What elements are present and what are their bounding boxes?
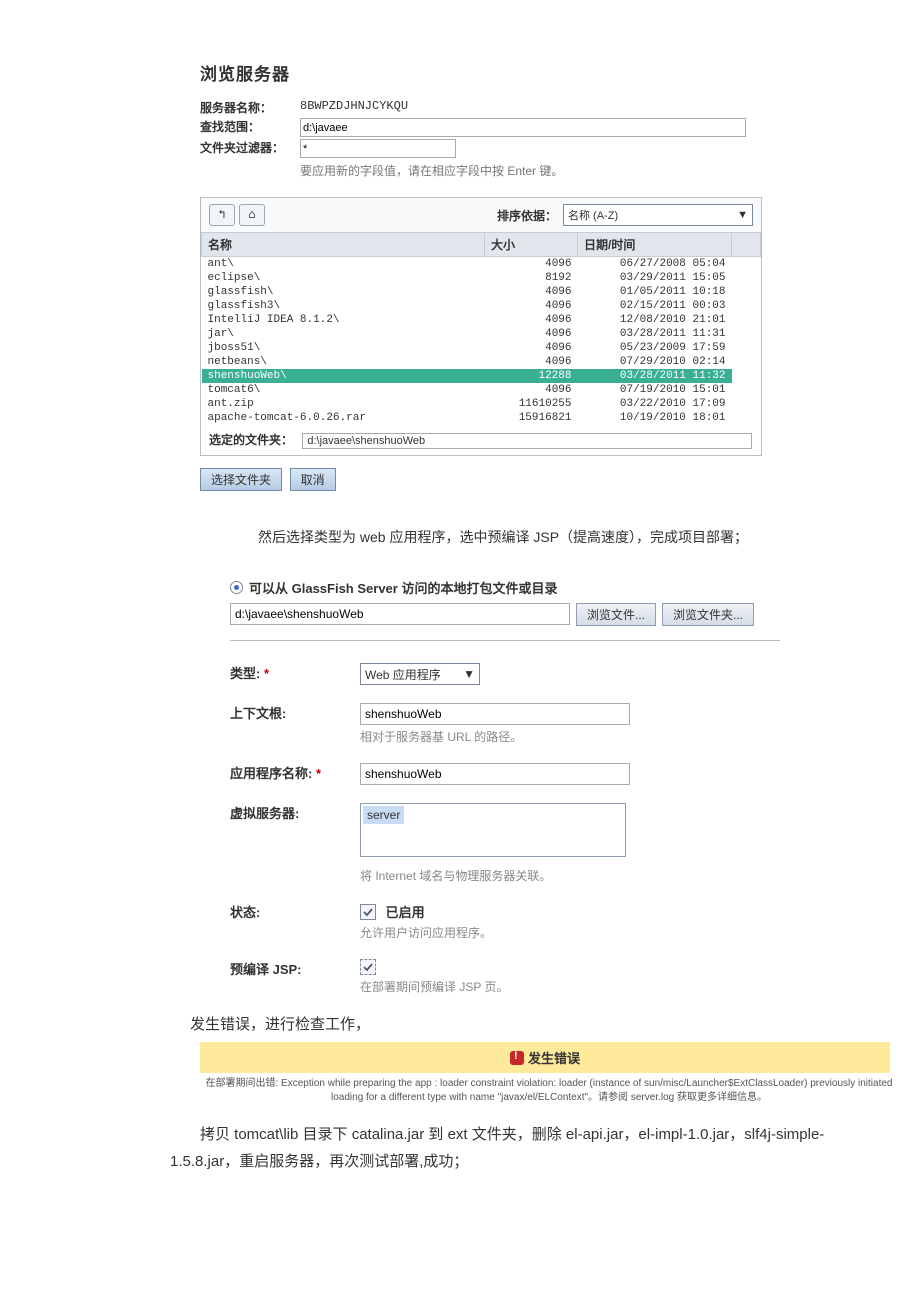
chevron-down-icon: ▼	[463, 667, 475, 681]
file-browser: ↰ ⌂ 排序依据： 名称 (A-Z)▼ 名称 大小 日期/时间 ant\4096…	[200, 197, 762, 456]
appname-input[interactable]	[360, 763, 630, 785]
precompile-checkbox[interactable]	[360, 959, 376, 975]
col-date[interactable]: 日期/时间	[578, 233, 732, 257]
col-size[interactable]: 大小	[485, 233, 578, 257]
table-row[interactable]: jboss51\409605/23/2009 17:59	[202, 341, 761, 355]
error-text: 在部署期间出错: Exception while preparing the a…	[200, 1073, 898, 1109]
precompile-note: 在部署期间预编译 JSP 页。	[360, 978, 920, 995]
cancel-button[interactable]: 取消	[290, 468, 336, 491]
hint-text: 要应用新的字段值，请在相应字段中按 Enter 键。	[300, 162, 920, 179]
table-row[interactable]: tomcat6\409607/19/2010 15:01	[202, 383, 761, 397]
paragraph-1: 然后选择类型为 web 应用程序，选中预编译 JSP（提高速度），完成项目部署；	[230, 525, 920, 550]
sort-label: 排序依据：	[497, 207, 557, 224]
context-label: 上下文根:	[230, 703, 360, 745]
status-checkbox[interactable]	[360, 904, 376, 920]
status-value: 已启用	[386, 905, 425, 920]
type-select[interactable]: Web 应用程序▼	[360, 663, 480, 685]
up-button[interactable]: ↰	[209, 204, 235, 226]
table-row[interactable]: jar\409603/28/2011 11:31	[202, 327, 761, 341]
appname-label: 应用程序名称:	[230, 766, 312, 781]
table-row[interactable]: netbeans\409607/29/2010 02:14	[202, 355, 761, 369]
status-label: 状态:	[230, 902, 360, 941]
browse-file-button[interactable]: 浏览文件...	[576, 603, 656, 626]
status-note: 允许用户访问应用程序。	[360, 924, 920, 941]
selected-label: 选定的文件夹：	[209, 431, 299, 448]
path-input[interactable]	[230, 603, 570, 625]
paragraph-2: 发生错误，进行检查工作，	[190, 1013, 920, 1034]
scrollbar[interactable]	[732, 233, 761, 257]
server-name-label: 服务器名称：	[200, 99, 300, 116]
chevron-down-icon: ▼	[737, 209, 748, 221]
table-row[interactable]: apache-tomcat-6.0.26.rar1591682110/19/20…	[202, 411, 761, 425]
precompile-label: 预编译 JSP:	[230, 959, 360, 995]
table-row[interactable]: shenshuoWeb\1228803/28/2011 11:32	[202, 369, 761, 383]
context-note: 相对于服务器基 URL 的路径。	[360, 728, 920, 745]
type-label: 类型:	[230, 666, 260, 681]
error-icon	[510, 1051, 524, 1065]
page-title: 浏览服务器	[200, 60, 920, 85]
sort-select[interactable]: 名称 (A-Z)▼	[563, 204, 753, 226]
home-button[interactable]: ⌂	[239, 204, 265, 226]
browse-folder-button[interactable]: 浏览文件夹...	[662, 603, 754, 626]
vs-note: 将 Internet 域名与物理服务器关联。	[360, 867, 920, 884]
filter-input[interactable]	[300, 139, 456, 158]
table-row[interactable]: ant.zip1161025503/22/2010 17:09	[202, 397, 761, 411]
context-input[interactable]	[360, 703, 630, 725]
radio-local[interactable]	[230, 581, 243, 594]
table-row[interactable]: glassfish3\409602/15/2011 00:03	[202, 299, 761, 313]
table-row[interactable]: ant\409606/27/2008 05:04	[202, 257, 761, 272]
scope-label: 查找范围：	[200, 118, 300, 137]
filter-label: 文件夹过滤器：	[200, 139, 300, 158]
selected-path: d:\javaee\shenshuoWeb	[302, 433, 752, 449]
server-name-value: 8BWPZDJHNJCYKQU	[300, 99, 408, 116]
paragraph-3: 拷贝 tomcat\lib 目录下 catalina.jar 到 ext 文件夹…	[170, 1121, 890, 1175]
vs-label: 虚拟服务器:	[230, 803, 360, 884]
col-name[interactable]: 名称	[202, 233, 485, 257]
vs-select[interactable]: server	[360, 803, 626, 857]
table-row[interactable]: IntelliJ IDEA 8.1.2\409612/08/2010 21:01	[202, 313, 761, 327]
table-row[interactable]: eclipse\819203/29/2011 15:05	[202, 271, 761, 285]
scope-input[interactable]	[300, 118, 746, 137]
error-banner: 发生错误	[200, 1042, 890, 1073]
file-table: 名称 大小 日期/时间 ant\409606/27/2008 05:04ecli…	[201, 232, 761, 425]
table-row[interactable]: glassfish\409601/05/2011 10:18	[202, 285, 761, 299]
choose-folder-button[interactable]: 选择文件夹	[200, 468, 282, 491]
radio-local-label: 可以从 GlassFish Server 访问的本地打包文件或目录	[249, 578, 557, 597]
